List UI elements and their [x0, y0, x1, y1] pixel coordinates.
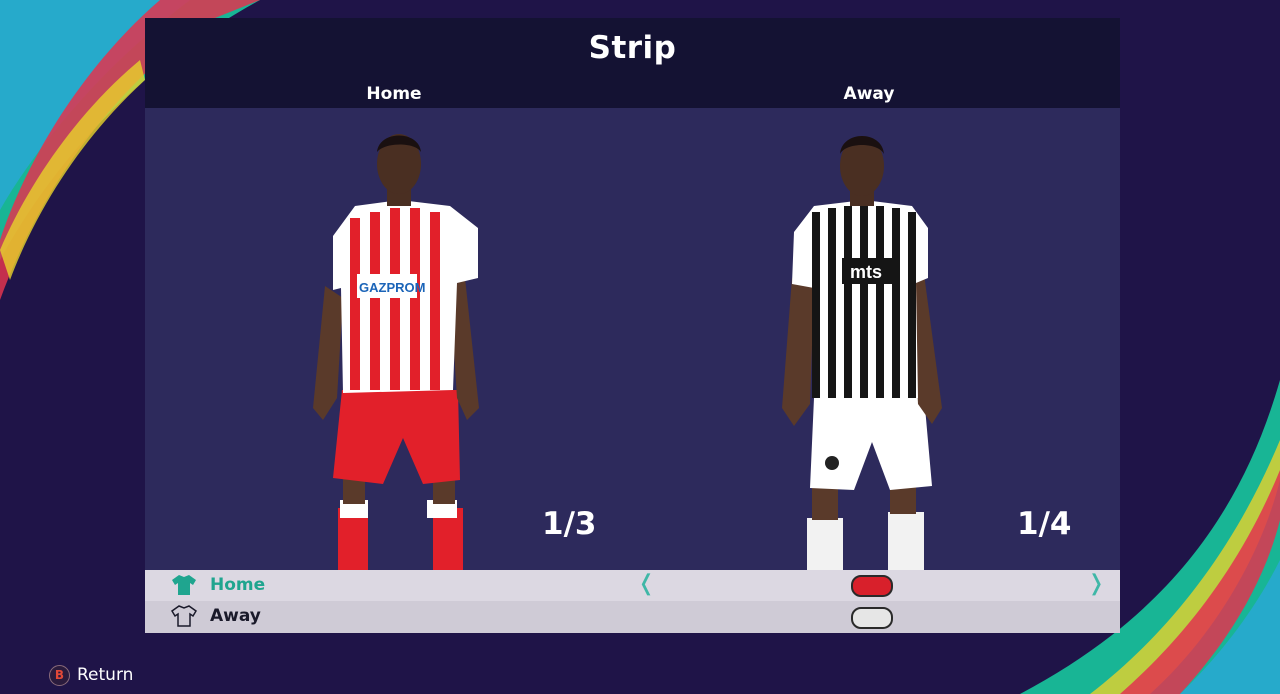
away-kit-counter: 1/4: [1017, 506, 1072, 542]
home-kit-counter: 1/3: [542, 506, 597, 542]
list-item-away[interactable]: Away: [145, 601, 1120, 633]
chevron-right-icon[interactable]: ❭: [1087, 571, 1105, 596]
shirt-outline-icon: [171, 605, 197, 627]
return-label: Return: [77, 665, 134, 685]
list-item-home[interactable]: Home ❬ ❭: [145, 570, 1120, 601]
home-sponsor-logo: GAZPROM: [359, 280, 425, 295]
kit-color-toggle-home[interactable]: [851, 575, 893, 597]
strip-selector-list: Home ❬ ❭ Away: [145, 570, 1120, 633]
page-title: Strip: [588, 30, 677, 66]
away-sponsor-logo: mts: [850, 262, 882, 282]
kit-color-toggle-away[interactable]: [851, 607, 893, 629]
away-column-label: Away: [843, 84, 895, 104]
home-player-model: GAZPROM: [313, 134, 479, 570]
panel-header: Strip Home Away: [145, 18, 1120, 108]
b-button-icon: B: [49, 665, 70, 686]
list-item-label: Home: [210, 575, 266, 595]
away-player-model: mts: [782, 136, 942, 570]
away-kit-preview[interactable]: mts 1/4: [632, 108, 1119, 570]
strip-panel: Strip Home Away GAZPROM 1/3 mts 1/4 Home…: [145, 18, 1120, 633]
home-kit-preview[interactable]: GAZPROM 1/3: [145, 108, 632, 570]
chevron-left-icon[interactable]: ❬: [637, 571, 655, 596]
list-item-label: Away: [210, 606, 261, 626]
shirt-icon: [172, 575, 196, 595]
home-column-label: Home: [366, 84, 422, 104]
